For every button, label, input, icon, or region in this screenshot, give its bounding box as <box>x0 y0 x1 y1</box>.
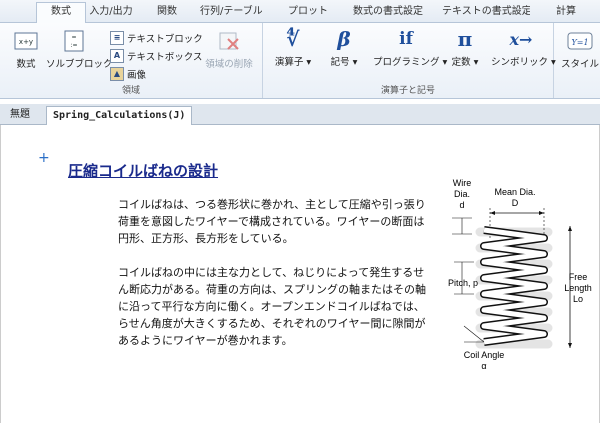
wire-dia-label-3: d <box>459 200 464 210</box>
image-button[interactable]: ▲ 画像 <box>110 67 146 81</box>
tab-input-output[interactable]: 入力/出力 <box>88 3 134 21</box>
tab-functions[interactable]: 関数 <box>152 3 182 21</box>
spring-diagram: Wire Dia. d Mean Dia. D Pitch, p Free Le… <box>448 178 592 371</box>
free-length-label-2: Length <box>564 283 592 293</box>
tab-plots[interactable]: プロット <box>286 3 330 21</box>
constants-dropdown-icon: ▾ <box>473 57 479 68</box>
symbols-dropdown-icon: ▾ <box>352 57 358 68</box>
math-region-button[interactable]: x+y 数式 <box>6 29 46 70</box>
delete-region-icon <box>216 29 242 53</box>
wire-dia-label-1: Wire <box>453 178 472 188</box>
page-title: 圧縮コイルばねの設計 <box>68 162 219 180</box>
operators-label: 演算子 <box>274 57 304 68</box>
programming-button[interactable]: if プログラミング ▾ <box>373 27 447 68</box>
tab-math-formatting[interactable]: 数式の書式設定 <box>352 3 424 21</box>
free-length-label-1: Free <box>569 272 588 282</box>
symbolic-arrow-icon: x→ <box>509 29 533 49</box>
ribbon: x+y 数式 =:= ソルブブロック ≡ テキストブロック A テキストボックス ▲… <box>0 23 600 99</box>
mean-dia-label-1: Mean Dia. <box>494 187 535 197</box>
tab-calculation[interactable]: 計算 <box>548 3 584 21</box>
solve-block-label: ソルブブロック <box>46 59 113 70</box>
symbols-label: 記号 <box>330 57 350 68</box>
svg-text:x+y: x+y <box>19 38 33 46</box>
text-box-button[interactable]: A テキストボックス <box>110 49 202 63</box>
image-icon: ▲ <box>110 67 124 81</box>
text-block-icon: ≡ <box>110 31 124 45</box>
tab-matrices-tables[interactable]: 行列/テーブル <box>200 3 262 21</box>
operators-icon: ∜ <box>286 27 300 51</box>
coil-angle-label-1: Coil Angle <box>464 350 505 360</box>
tab-text-formatting[interactable]: テキストの書式設定 <box>442 3 530 21</box>
style-icon: Y=1 <box>567 29 593 53</box>
programming-label: プログラミング <box>373 57 440 68</box>
operators-group-label: 演算子と記号 <box>380 86 435 96</box>
math-region-label: 数式 <box>16 59 36 70</box>
crosshair-cursor-icon: + <box>38 150 50 166</box>
operators-dropdown-icon: ▾ <box>306 57 312 68</box>
text-block-button[interactable]: ≡ テキストブロック <box>110 31 203 45</box>
doc-tab-spring-calculations[interactable]: Spring_Calculations(J) <box>46 106 193 125</box>
mean-dia-label-2: D <box>512 198 519 208</box>
delete-region-label: 領域の削除 <box>205 59 253 70</box>
symbols-button[interactable]: β 記号 ▾ <box>323 27 365 68</box>
text-block-label: テキストブロック <box>127 34 203 45</box>
symbolics-dropdown-icon: ▾ <box>551 57 556 68</box>
svg-text:=: = <box>71 34 76 41</box>
operators-button[interactable]: ∜ 演算子 ▾ <box>273 27 313 68</box>
symbolics-label: シンボリック <box>491 57 549 68</box>
constants-button[interactable]: π 定数 ▾ <box>445 27 485 68</box>
pi-icon: π <box>457 27 473 51</box>
operators-group: ∜ 演算子 ▾ β 記号 ▾ if プログラミング ▾ π 定数 ▾ x→ シン… <box>263 23 556 98</box>
coil-angle-label-2: α <box>481 361 486 371</box>
document-tab-bar: 無題 Spring_Calculations(J) <box>0 104 600 125</box>
symbolics-button[interactable]: x→ シンボリック ▾ <box>491 27 556 69</box>
math-region-icon: x+y <box>13 29 39 53</box>
regions-group-label: 領域 <box>121 86 140 96</box>
svg-text::=: := <box>70 42 77 49</box>
style-button[interactable]: Y=1 スタイル <box>560 29 600 70</box>
pitch-label: Pitch, p <box>448 278 478 288</box>
style-label: スタイル <box>560 59 599 70</box>
free-length-label-3: Lo <box>573 294 583 304</box>
solve-block-button[interactable]: =:= ソルブブロック <box>46 29 113 70</box>
beta-icon: β <box>337 27 351 51</box>
ribbon-tab-bar: 数式 入力/出力 関数 行列/テーブル プロット 数式の書式設定 テキストの書式… <box>0 0 600 23</box>
solve-block-icon: =:= <box>61 29 87 53</box>
if-icon: if <box>399 29 413 49</box>
constants-label: 定数 <box>451 57 471 68</box>
doc-tab-untitled[interactable]: 無題 <box>4 106 36 124</box>
paragraph-1[interactable]: コイルばねは、つる巻形状に巻かれ、主として圧縮や引っ張り荷重を意図したワイヤーで… <box>118 196 428 247</box>
text-box-icon: A <box>110 49 124 63</box>
delete-region-button[interactable]: 領域の削除 <box>200 29 258 70</box>
image-label: 画像 <box>127 70 147 81</box>
wire-dia-label-2: Dia. <box>454 189 470 199</box>
svg-text:Y=1: Y=1 <box>571 38 588 47</box>
regions-group: x+y 数式 =:= ソルブブロック ≡ テキストブロック A テキストボックス ▲… <box>0 23 263 98</box>
tab-math[interactable]: 数式 <box>36 2 86 23</box>
paragraph-2[interactable]: コイルばねの中には主な力として、ねじりによって発生するせん断応力がある。荷重の方… <box>118 264 428 349</box>
text-box-label: テキストボックス <box>127 52 203 63</box>
